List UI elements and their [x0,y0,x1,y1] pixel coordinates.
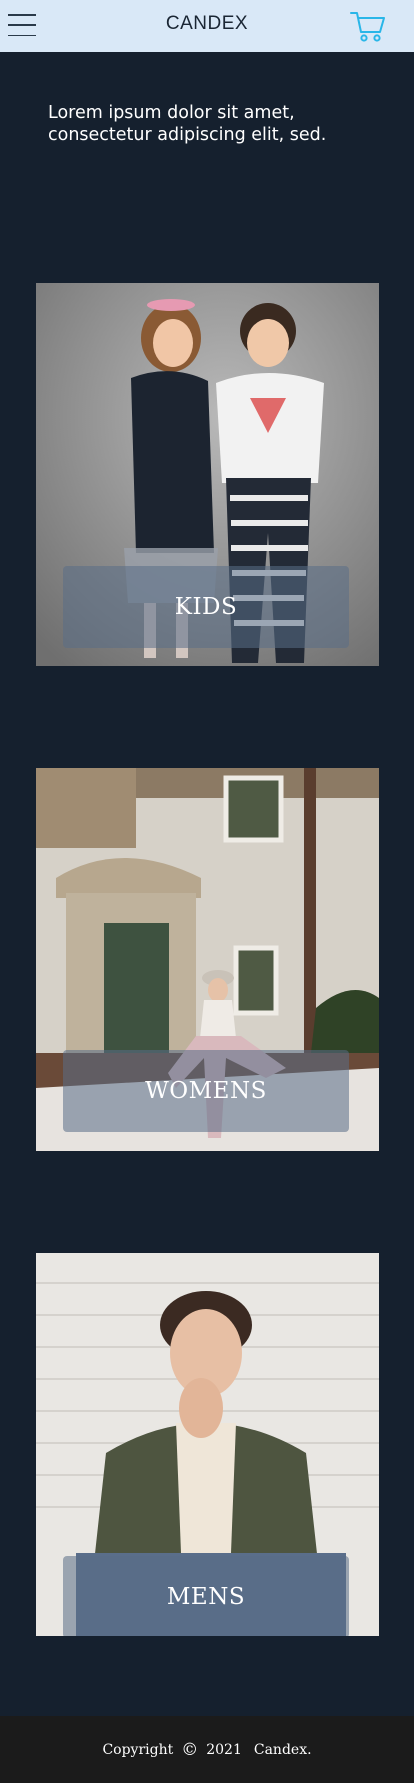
intro-text: Lorem ipsum dolor sit amet, consectetur … [48,103,327,145]
page: CANDEX Lorem ipsum dolor sit amet, conse… [0,0,414,1783]
copyright-symbol: © [181,1739,199,1760]
footer: Copyright © 2021 Candex. [0,1716,414,1783]
category-label-womens[interactable]: WOMENS [63,1050,349,1132]
category-card-mens[interactable]: MENS [36,1253,379,1636]
category-label-kids[interactable]: KIDS [63,566,349,648]
company-name: Candex. [253,1741,312,1758]
copyright-text: Copyright [102,1741,174,1758]
category-label-mens[interactable]: MENS [63,1556,349,1636]
top-header: CANDEX [0,0,414,52]
shopping-cart-icon[interactable] [350,10,386,44]
category-card-womens[interactable]: WOMENS [36,768,379,1151]
copyright-year: 2021 [206,1741,242,1758]
category-card-kids[interactable]: KIDS [36,283,379,666]
